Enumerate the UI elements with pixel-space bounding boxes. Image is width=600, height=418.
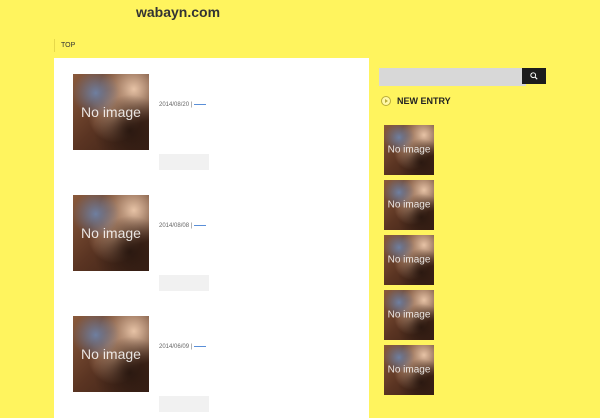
no-image-label: No image	[387, 309, 431, 321]
meta-separator: |	[190, 223, 193, 229]
new-entry-heading: NEW ENTRY	[381, 96, 451, 106]
site-title[interactable]: wabayn.com	[136, 4, 220, 20]
post-date: 2014/08/20	[159, 102, 190, 108]
no-image-label: No image	[81, 225, 141, 241]
meta-separator: |	[190, 102, 193, 108]
no-image-label: No image	[387, 254, 431, 266]
circle-arrow-icon	[381, 96, 391, 106]
search-button[interactable]	[522, 68, 546, 84]
read-more-button[interactable]	[159, 396, 209, 412]
new-entry-thumbnail[interactable]: No image	[384, 180, 434, 230]
post-meta: 2014/08/20 |	[159, 102, 206, 108]
new-entry-title: NEW ENTRY	[397, 96, 451, 106]
post-meta: 2014/06/09 |	[159, 344, 206, 350]
search-input[interactable]	[379, 68, 526, 86]
category-link[interactable]	[193, 103, 206, 105]
post-meta: 2014/08/08 |	[159, 223, 206, 229]
no-image-label: No image	[387, 364, 431, 376]
post-thumbnail[interactable]: No image	[73, 74, 149, 150]
new-entry-thumbnail[interactable]: No image	[384, 235, 434, 285]
meta-separator: |	[190, 344, 193, 350]
breadcrumb-top[interactable]: TOP	[54, 39, 81, 52]
no-image-label: No image	[387, 199, 431, 211]
category-link[interactable]	[193, 224, 206, 226]
new-entry-thumbnail[interactable]: No image	[384, 125, 434, 175]
category-link[interactable]	[193, 345, 206, 347]
read-more-button[interactable]	[159, 154, 209, 170]
post-thumbnail[interactable]: No image	[73, 195, 149, 271]
no-image-label: No image	[81, 104, 141, 120]
post-date: 2014/08/08	[159, 223, 190, 229]
search-icon	[530, 72, 538, 80]
read-more-button[interactable]	[159, 275, 209, 291]
post-date: 2014/06/09	[159, 344, 190, 350]
new-entry-thumbnail[interactable]: No image	[384, 290, 434, 340]
main-content: No image 2014/08/20 | No image 2014/08/0…	[54, 58, 369, 418]
post-thumbnail[interactable]: No image	[73, 316, 149, 392]
new-entry-thumbnail[interactable]: No image	[384, 345, 434, 395]
no-image-label: No image	[81, 346, 141, 362]
no-image-label: No image	[387, 144, 431, 156]
